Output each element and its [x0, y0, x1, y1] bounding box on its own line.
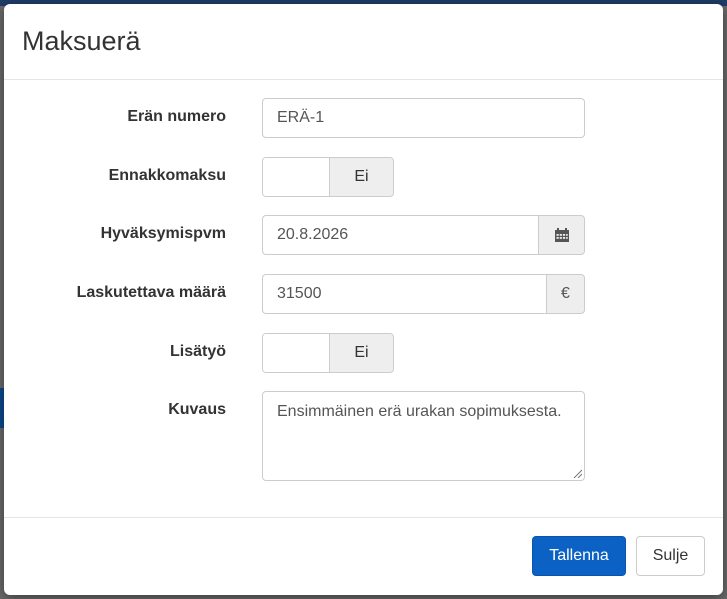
modal-footer: Tallenna Sulje [4, 518, 723, 595]
modal-body: Erän numero ERÄ-1 Ennakkomaksu Ei Hyväks… [4, 80, 723, 518]
approval-date-input[interactable]: 20.8.2026 [262, 215, 538, 255]
payment-batch-modal: Maksuerä Erän numero ERÄ-1 Ennakkomaksu … [4, 4, 723, 595]
advance-payment-toggle[interactable]: Ei [262, 157, 394, 197]
modal-title: Maksuerä [22, 26, 141, 56]
billable-amount-input[interactable]: 31500 [262, 274, 546, 314]
approval-date-group: 20.8.2026 [262, 215, 585, 255]
toggle-state: Ei [330, 158, 393, 196]
toggle-state: Ei [330, 334, 393, 372]
advance-payment-label: Ennakkomaksu [108, 167, 226, 184]
close-button[interactable]: Sulje [636, 536, 705, 576]
calendar-button[interactable] [538, 215, 585, 255]
toggle-handle [263, 334, 330, 372]
save-button[interactable]: Tallenna [532, 536, 626, 576]
resize-grip-icon[interactable] [572, 468, 582, 478]
billable-amount-label: Laskutettava määrä [76, 284, 226, 301]
description-text: Ensimmäinen erä urakan sopimuksesta. [277, 403, 562, 420]
modal-header: Maksuerä [4, 4, 723, 80]
batch-number-label: Erän numero [127, 108, 226, 125]
calendar-icon [554, 228, 569, 242]
description-textarea[interactable]: Ensimmäinen erä urakan sopimuksesta. [262, 391, 585, 481]
toggle-handle [263, 158, 330, 196]
currency-addon: € [546, 274, 585, 314]
approval-date-label: Hyväksymispvm [100, 225, 226, 242]
batch-number-input[interactable]: ERÄ-1 [262, 98, 585, 138]
billable-amount-group: 31500 € [262, 274, 585, 314]
additional-work-label: Lisätyö [169, 343, 226, 360]
description-label: Kuvaus [168, 401, 226, 418]
additional-work-toggle[interactable]: Ei [262, 333, 394, 373]
